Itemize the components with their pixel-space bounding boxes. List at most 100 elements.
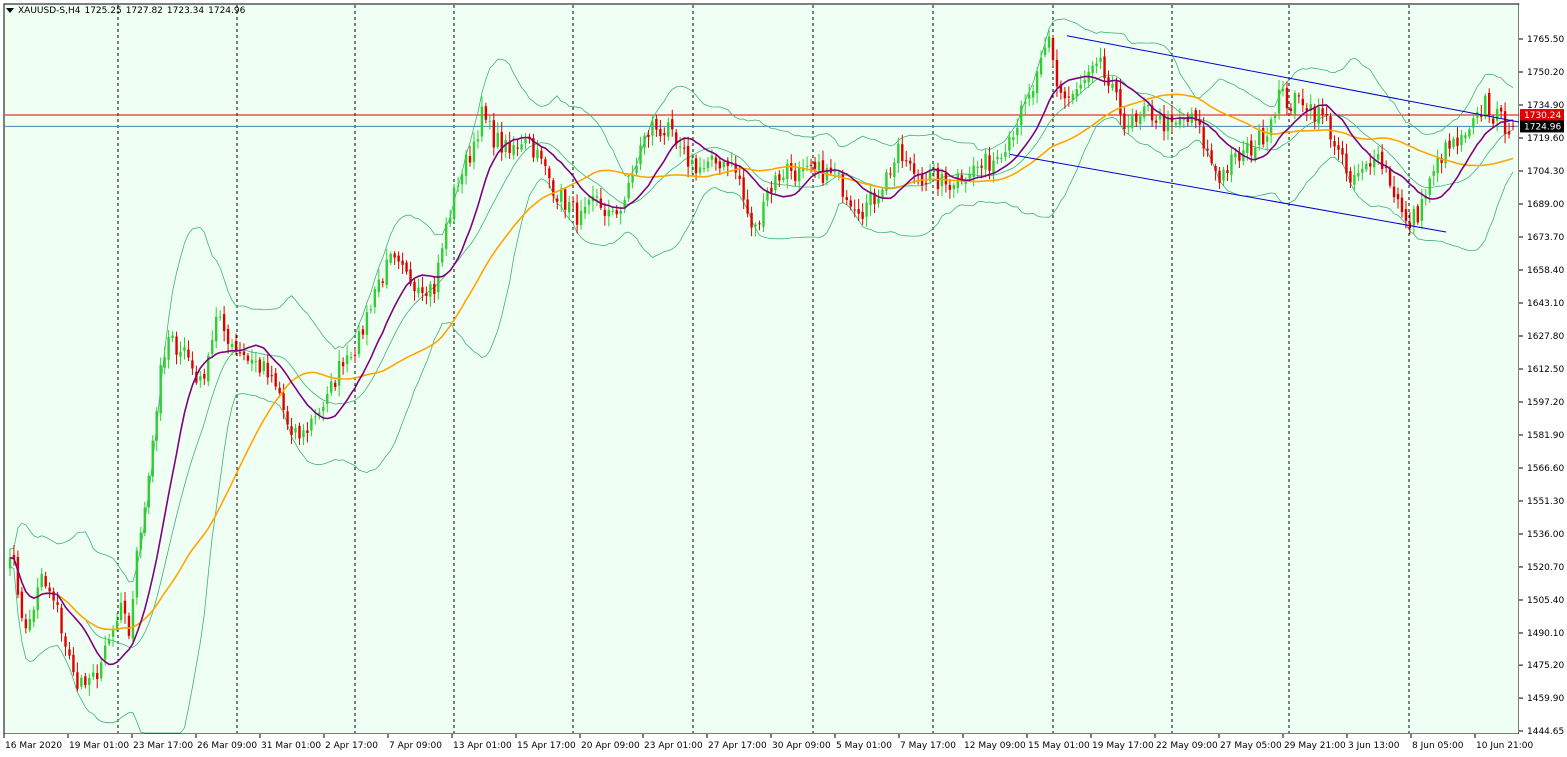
candle-body <box>905 160 908 162</box>
candle-body <box>476 139 480 142</box>
candle-body <box>877 198 880 204</box>
candle-body <box>468 156 472 163</box>
candle-body <box>770 187 773 193</box>
price-chart[interactable]: 1765.501750.201734.901719.601704.301689.… <box>0 0 1567 757</box>
candle-body <box>889 173 892 175</box>
y-tick-label: 1704.30 <box>1527 167 1564 177</box>
candle-body <box>897 143 900 164</box>
candle-body <box>44 576 47 587</box>
candle-body <box>80 677 83 687</box>
candle-body <box>298 425 301 439</box>
candle-body <box>8 557 12 569</box>
candle-body <box>627 182 630 199</box>
candle-body <box>456 185 460 187</box>
candle-body <box>1210 150 1213 163</box>
candle-body <box>686 145 690 167</box>
candle-body <box>643 135 646 148</box>
dropdown-triangle-icon[interactable] <box>6 8 14 13</box>
open-value: 1725.25 <box>84 6 122 16</box>
candle-body <box>492 120 496 148</box>
candle-body <box>663 133 666 136</box>
candle-body <box>258 359 262 373</box>
x-tick-label: 7 Apr 09:00 <box>389 741 442 751</box>
y-tick-label: 1551.30 <box>1527 497 1564 507</box>
candle-body <box>1357 173 1360 177</box>
candle-body <box>512 145 515 155</box>
candle-body <box>357 331 361 354</box>
x-tick-label: 23 Mar 17:00 <box>133 741 193 751</box>
candle-body <box>238 352 242 354</box>
candle-body <box>1297 95 1301 97</box>
candle-body <box>544 159 547 166</box>
candle-body <box>147 475 150 508</box>
x-tick-label: 7 May 17:00 <box>900 741 956 751</box>
candle-body <box>349 357 353 359</box>
candle-body <box>159 364 162 414</box>
candle-body <box>750 212 753 228</box>
candle-body <box>56 602 59 605</box>
chart-window[interactable]: 1765.50 1750.20 1734.90 1719.60 1704.30 1689.… <box>0 0 1567 757</box>
candle-body <box>254 361 258 363</box>
candle-body <box>40 573 43 587</box>
candle-body <box>1380 151 1384 169</box>
candle-body <box>996 156 999 159</box>
x-tick-label: 29 May 21:00 <box>1284 741 1346 751</box>
candle-body <box>782 177 785 181</box>
candle-body <box>1396 193 1400 200</box>
y-tick-label: 1566.60 <box>1527 464 1564 474</box>
candle-body <box>266 362 269 378</box>
candle-body <box>833 171 837 173</box>
candle-body <box>579 210 583 226</box>
plot-area[interactable] <box>3 3 1520 735</box>
candle-body <box>639 145 642 165</box>
x-tick-label: 3 Jun 13:00 <box>1348 741 1400 751</box>
candle-body <box>1488 92 1491 116</box>
candle-body <box>167 337 170 360</box>
candle-body <box>746 199 749 214</box>
candle-body <box>1511 125 1515 127</box>
candle-body <box>563 189 567 210</box>
x-tick-label: 20 Apr 09:00 <box>581 741 640 751</box>
candle-body <box>845 197 848 200</box>
y-tick-label: 1597.20 <box>1527 398 1564 408</box>
candle-body <box>425 293 428 296</box>
candle-body <box>1321 108 1324 116</box>
candle-body <box>1071 93 1075 101</box>
y-tick-label: 1627.80 <box>1527 332 1564 342</box>
candle-body <box>1464 135 1467 139</box>
candle-body <box>1468 129 1471 137</box>
candle-body <box>496 132 499 147</box>
candle-body <box>679 146 682 148</box>
candle-body <box>48 587 51 592</box>
candle-body <box>76 672 79 689</box>
y-tick-label: 1444.65 <box>1527 727 1564 737</box>
candle-body <box>912 163 916 174</box>
candle-body <box>199 376 202 381</box>
candle-body <box>460 174 464 185</box>
candle-body <box>187 349 190 358</box>
candle-body <box>1024 101 1027 104</box>
candle-body <box>805 165 809 167</box>
candle-body <box>294 428 297 433</box>
candle-body <box>127 615 131 636</box>
candle-body <box>143 507 147 534</box>
candle-body <box>171 335 174 339</box>
x-tick-label: 30 Apr 09:00 <box>772 741 831 751</box>
candle-body <box>1484 95 1487 117</box>
candle-body <box>742 177 745 200</box>
candle-body <box>714 157 718 164</box>
candle-body <box>794 170 797 181</box>
candle-body <box>1369 163 1372 167</box>
candle-body <box>1218 170 1221 183</box>
candle-body <box>326 393 329 404</box>
candle-body <box>944 173 948 185</box>
close-value: 1724.96 <box>208 6 246 16</box>
candle-body <box>274 373 277 387</box>
candle-body <box>1333 141 1336 147</box>
candle-body <box>278 387 281 394</box>
x-tick-label: 8 Jun 05:00 <box>1412 741 1464 751</box>
x-tick-label: 10 Jun 21:00 <box>1476 741 1533 751</box>
candle-body <box>508 142 511 153</box>
candle-body <box>464 154 468 176</box>
candle-body <box>1285 87 1289 109</box>
